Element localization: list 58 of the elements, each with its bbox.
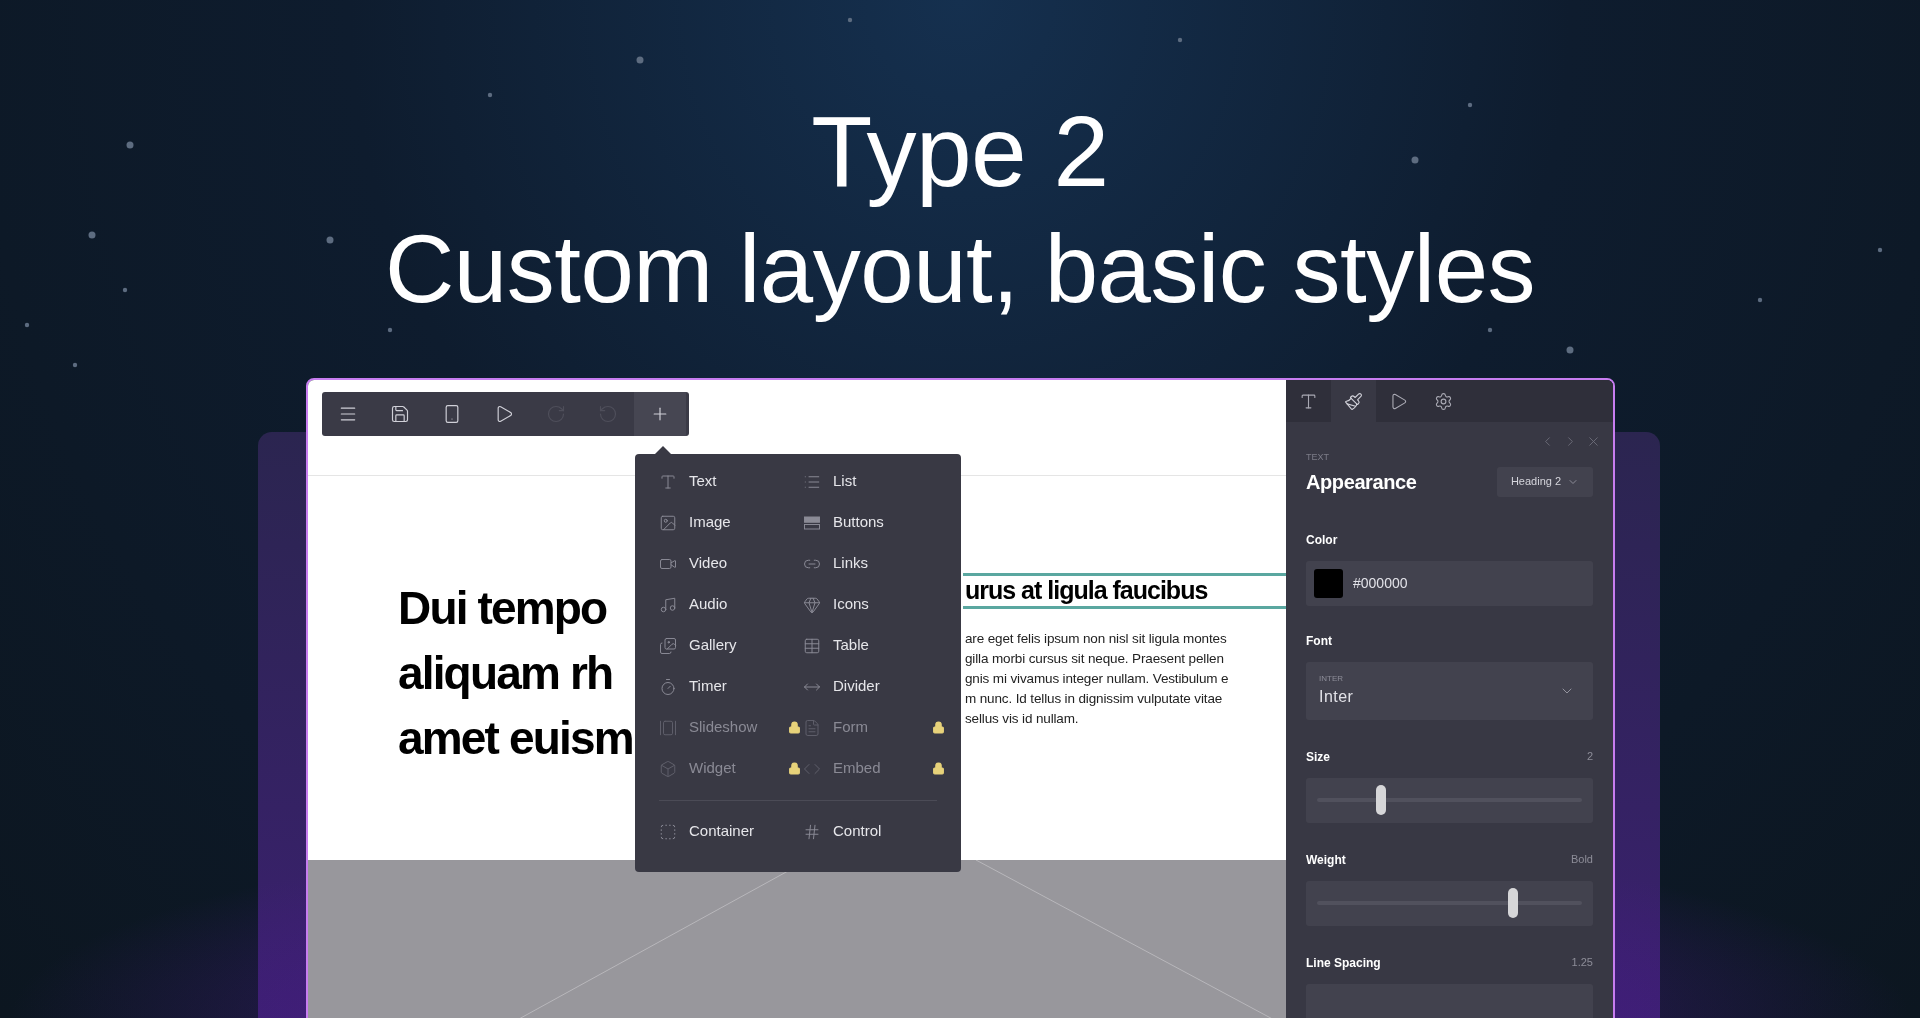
menu-item[interactable]: Image — [659, 502, 801, 543]
menu-item[interactable]: Links — [803, 543, 945, 584]
menu-item[interactable]: Text — [659, 461, 801, 502]
preset-dropdown[interactable]: Heading 2 — [1497, 466, 1593, 497]
section-heading: urus at ligula faucibus — [963, 573, 1286, 609]
lock-icon — [788, 762, 801, 775]
gem-icon — [803, 595, 821, 614]
hero-subtitle: Custom layout, basic styles — [384, 214, 1536, 324]
paragraph: are eget felis ipsum non nisl sit ligula montes gilla morbi cursus sit neque. Praesent pellen gnis mi vivamus integer nullam. Vestibulum e m nunc. Id tellus in dignissim vulputate vitae sellus vis id nullam. — [964, 630, 1230, 728]
menu-item[interactable]: Control — [803, 811, 945, 852]
menu-item[interactable]: Divider — [803, 666, 945, 707]
music-note-icon — [659, 595, 677, 614]
panel-title: Appearance — [1306, 469, 1417, 495]
lock-icon — [788, 721, 801, 734]
letter-icon — [659, 472, 677, 491]
menu-item[interactable]: Audio — [659, 584, 801, 625]
form-icon — [803, 718, 821, 737]
font-select[interactable]: INTER Inter — [1306, 661, 1593, 720]
cube-icon — [659, 759, 677, 778]
menu-item[interactable]: Timer — [659, 666, 801, 707]
field-label: Font — [1306, 632, 1333, 650]
slider-thumb[interactable] — [1375, 785, 1386, 815]
dashed-square-icon — [659, 822, 677, 841]
close-icon[interactable] — [1586, 434, 1601, 449]
timer-icon — [659, 677, 677, 696]
slider-value: Bold — [1570, 852, 1593, 868]
panel-tab[interactable] — [1331, 380, 1376, 422]
hero-title: Type 2 — [811, 94, 1109, 209]
slider[interactable] — [1306, 777, 1593, 823]
page-heading: Dui tempo aliquam rh amet euism — [398, 581, 633, 766]
slider-value: 2 — [1586, 749, 1593, 765]
field-label: Color — [1306, 531, 1339, 549]
slideshow-icon — [659, 718, 677, 737]
buttons-icon — [803, 513, 821, 532]
lock-icon — [932, 721, 945, 734]
image-icon — [659, 513, 677, 532]
menu-item[interactable]: Container — [659, 811, 801, 852]
field-label: Size — [1306, 748, 1330, 766]
slider-thumb[interactable] — [1508, 888, 1519, 918]
field-label: Line Spacing — [1306, 954, 1381, 972]
menu-item[interactable]: Buttons — [803, 502, 945, 543]
slider[interactable] — [1306, 880, 1593, 926]
hash-icon — [803, 822, 821, 841]
gallery-icon — [659, 636, 677, 655]
menu-item[interactable]: Video — [659, 543, 801, 584]
table-icon — [803, 636, 821, 655]
field-label: Weight — [1306, 851, 1346, 869]
settings-icon — [1434, 391, 1453, 411]
play-icon — [1389, 391, 1408, 411]
section-label: TEXT — [1306, 451, 1330, 464]
menu-item[interactable]: Table — [803, 625, 945, 666]
menu-item[interactable]: Gallery — [659, 625, 801, 666]
menu-item[interactable]: List — [803, 461, 945, 502]
slider-value: 1.25 — [1571, 955, 1593, 971]
menu-item[interactable]: Icons — [803, 584, 945, 625]
color-field[interactable]: #000000 — [1306, 560, 1593, 606]
lock-icon — [932, 762, 945, 775]
brush-icon — [1344, 391, 1363, 411]
